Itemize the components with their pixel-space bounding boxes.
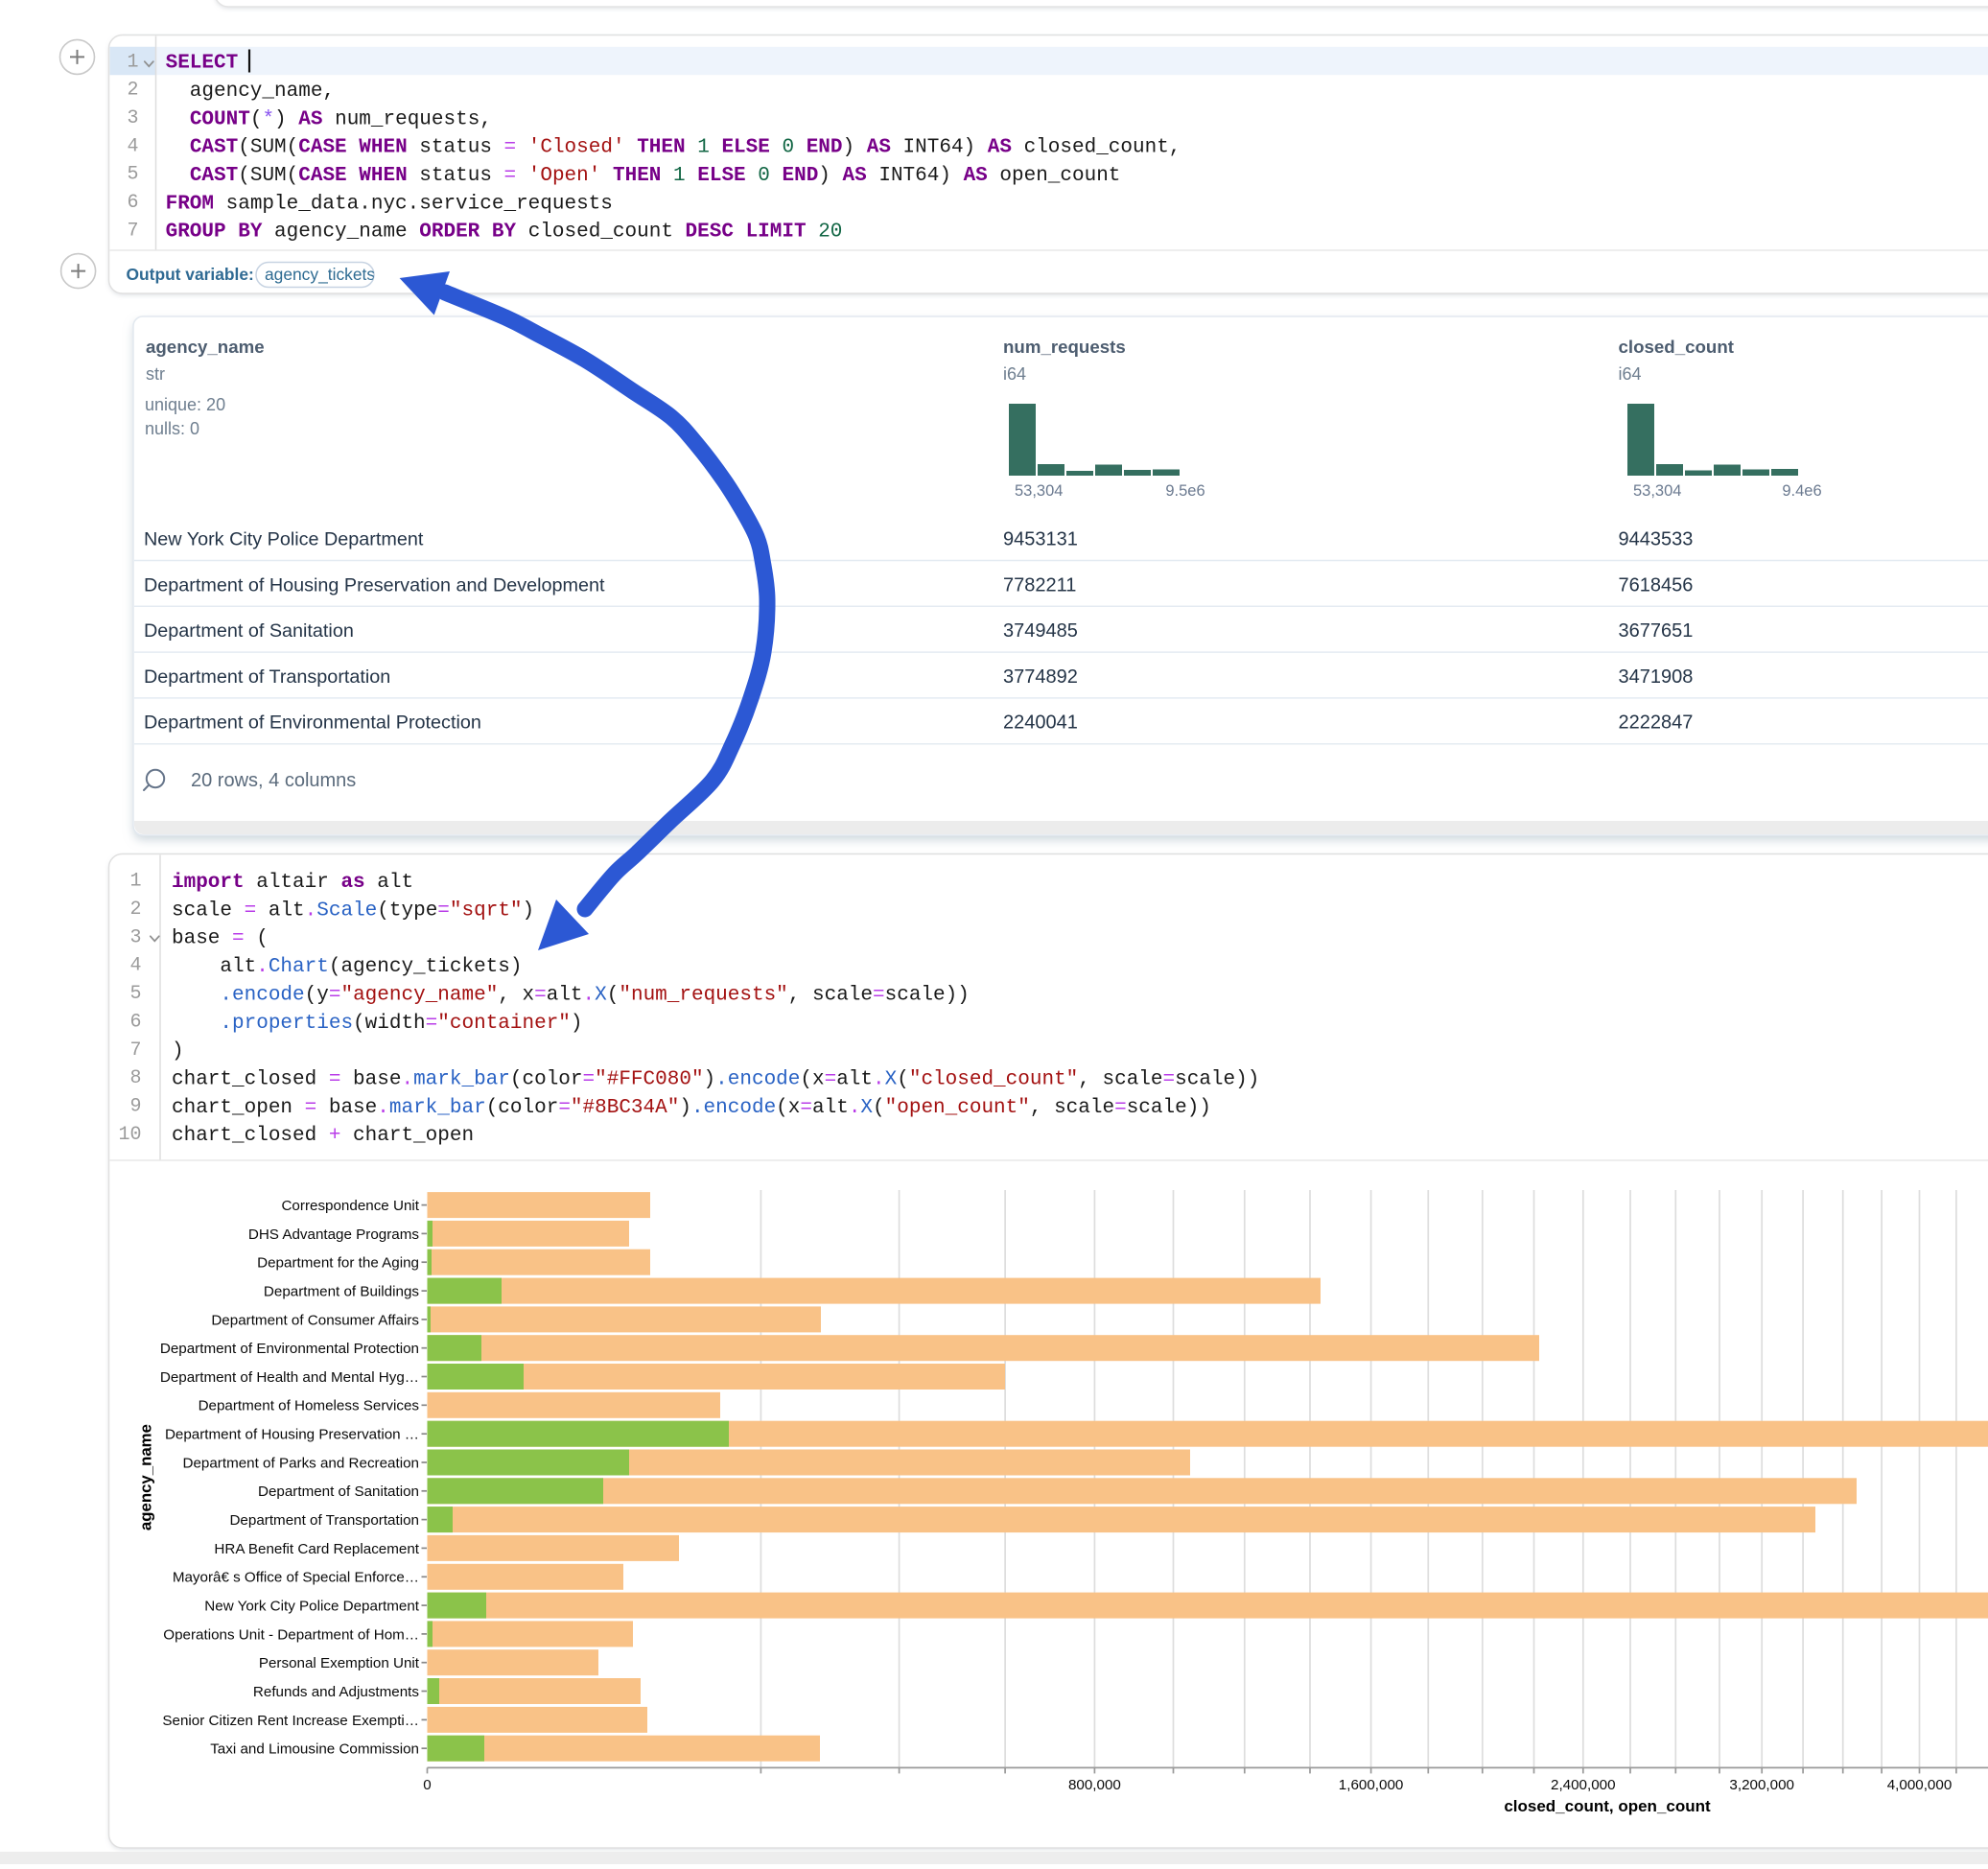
- svg-text:.properties(width="container"): .properties(width="container"): [172, 1013, 583, 1035]
- svg-text:3749485: 3749485: [1003, 620, 1078, 642]
- svg-text:chart_closed = base.mark_bar(c: chart_closed = base.mark_bar(color="#FFC…: [172, 1069, 1259, 1091]
- svg-text:7: 7: [127, 220, 138, 242]
- svg-text:nulls: 0: nulls: 0: [145, 419, 199, 438]
- svg-text:Taxi and Limousine Commission: Taxi and Limousine Commission: [210, 1741, 419, 1758]
- svg-text:2: 2: [127, 80, 138, 102]
- svg-text:i64: i64: [1619, 364, 1642, 384]
- svg-text:Department for the Aging: Department for the Aging: [257, 1255, 419, 1272]
- svg-text:Department of Housing Preserva: Department of Housing Preservation and D…: [144, 574, 605, 596]
- svg-text:Department of Transportation: Department of Transportation: [229, 1512, 419, 1529]
- svg-text:i64: i64: [1003, 364, 1026, 384]
- svg-text:8: 8: [129, 1067, 141, 1089]
- svg-text:Department of Environmental Pr: Department of Environmental Protection: [160, 1341, 419, 1357]
- svg-text:6: 6: [129, 1011, 141, 1033]
- svg-text:2240041: 2240041: [1003, 713, 1078, 734]
- svg-text:chart_open = base.mark_bar(col: chart_open = base.mark_bar(color="#8BC34…: [172, 1097, 1211, 1119]
- svg-text:3: 3: [129, 926, 141, 948]
- svg-text:Department of Environmental Pr: Department of Environmental Protection: [144, 713, 481, 734]
- svg-text:4: 4: [127, 135, 138, 157]
- svg-text:Department of Sanitation: Department of Sanitation: [258, 1484, 419, 1500]
- svg-text:7618456: 7618456: [1619, 574, 1694, 596]
- svg-text:Department of Housing Preserva: Department of Housing Preservation …: [165, 1427, 419, 1443]
- svg-text:CAST(SUM(CASE WHEN status = 'C: CAST(SUM(CASE WHEN status = 'Closed' THE…: [166, 137, 1181, 159]
- svg-text:53,304: 53,304: [1633, 482, 1681, 500]
- svg-text:New York City Police Departmen: New York City Police Department: [204, 1599, 419, 1615]
- svg-text:Personal Exemption Unit: Personal Exemption Unit: [259, 1655, 420, 1671]
- svg-text:Department of Buildings: Department of Buildings: [264, 1284, 419, 1300]
- svg-text:COUNT(*) AS num_requests,: COUNT(*) AS num_requests,: [166, 108, 492, 130]
- svg-text:3471908: 3471908: [1619, 666, 1694, 688]
- svg-text:3,200,000: 3,200,000: [1729, 1777, 1794, 1793]
- svg-text:CAST(SUM(CASE WHEN status = 'O: CAST(SUM(CASE WHEN status = 'Open' THEN …: [166, 165, 1121, 187]
- svg-text:Correspondence Unit: Correspondence Unit: [281, 1198, 419, 1214]
- svg-text:800,000: 800,000: [1068, 1777, 1121, 1793]
- svg-text:New York City Police Departmen: New York City Police Department: [144, 529, 424, 550]
- svg-text:4,000,000: 4,000,000: [1887, 1777, 1953, 1793]
- svg-text:alt.Chart(agency_tickets): alt.Chart(agency_tickets): [172, 956, 522, 978]
- svg-text:7: 7: [129, 1040, 141, 1062]
- svg-text:10: 10: [118, 1124, 141, 1146]
- svg-text:20 rows, 4 columns: 20 rows, 4 columns: [191, 770, 356, 791]
- svg-text:Senior Citizen Rent Increase E: Senior Citizen Rent Increase Exempti…: [162, 1713, 419, 1729]
- svg-text:9.4e6: 9.4e6: [1782, 482, 1821, 500]
- svg-text:3: 3: [127, 107, 138, 129]
- svg-text:chart_closed + chart_open: chart_closed + chart_open: [172, 1125, 474, 1147]
- svg-text:agency_name: agency_name: [137, 1424, 155, 1530]
- svg-text:9443533: 9443533: [1619, 529, 1694, 550]
- svg-text:agency_tickets: agency_tickets: [265, 265, 375, 284]
- svg-text:unique: 20: unique: 20: [145, 395, 225, 414]
- svg-text:3774892: 3774892: [1003, 666, 1078, 688]
- svg-text:import altair as alt: import altair as alt: [172, 872, 413, 894]
- svg-text:Mayorâ€ s Office of Special En: Mayorâ€ s Office of Special Enforce…: [173, 1570, 419, 1586]
- svg-text:9: 9: [129, 1096, 141, 1118]
- svg-text:SELECT: SELECT: [166, 53, 239, 75]
- svg-text:Department of Homeless Service: Department of Homeless Services: [199, 1398, 420, 1414]
- svg-text:Operations Unit - Department o: Operations Unit - Department of Hom…: [163, 1626, 419, 1643]
- svg-text:closed_count, open_count: closed_count, open_count: [1504, 1797, 1711, 1815]
- svg-text:num_requests: num_requests: [1003, 337, 1126, 357]
- svg-text:str: str: [146, 364, 165, 384]
- svg-text:DHS Advantage Programs: DHS Advantage Programs: [248, 1227, 420, 1243]
- svg-text:GROUP BY agency_name ORDER BY: GROUP BY agency_name ORDER BY closed_cou…: [166, 222, 843, 244]
- svg-text:5: 5: [129, 983, 141, 1005]
- svg-text:Department of Health and Menta: Department of Health and Mental Hyg…: [160, 1369, 419, 1386]
- svg-text:2,400,000: 2,400,000: [1551, 1777, 1616, 1793]
- svg-text:Department of Consumer Affairs: Department of Consumer Affairs: [211, 1312, 419, 1328]
- svg-text:): ): [172, 1040, 184, 1063]
- svg-text:9.5e6: 9.5e6: [1165, 482, 1204, 500]
- svg-text:3677651: 3677651: [1619, 620, 1694, 642]
- svg-text:Department of Parks and Recrea: Department of Parks and Recreation: [182, 1455, 419, 1471]
- svg-text:Department of Sanitation: Department of Sanitation: [144, 620, 354, 642]
- svg-text:base = (: base = (: [172, 928, 269, 950]
- svg-text:agency_name,: agency_name,: [166, 81, 335, 103]
- svg-text:2222847: 2222847: [1619, 713, 1694, 734]
- svg-text:9453131: 9453131: [1003, 529, 1078, 550]
- svg-text:0: 0: [423, 1777, 431, 1793]
- svg-text:Department of Transportation: Department of Transportation: [144, 666, 390, 688]
- svg-text:2: 2: [129, 899, 141, 921]
- svg-text:5: 5: [127, 164, 138, 186]
- svg-text:Refunds and Adjustments: Refunds and Adjustments: [253, 1684, 419, 1700]
- svg-text:closed_count: closed_count: [1619, 337, 1734, 357]
- svg-text:1,600,000: 1,600,000: [1339, 1777, 1404, 1793]
- svg-text:7782211: 7782211: [1003, 574, 1076, 596]
- svg-text:1: 1: [127, 51, 138, 73]
- svg-text:1: 1: [129, 871, 141, 893]
- svg-text:4: 4: [129, 955, 141, 977]
- svg-text:.encode(y="agency_name", x=alt: .encode(y="agency_name", x=alt.X("num_re…: [172, 984, 970, 1006]
- svg-text:HRA Benefit Card Replacement: HRA Benefit Card Replacement: [214, 1541, 419, 1557]
- svg-text:agency_name: agency_name: [146, 337, 265, 357]
- svg-text:FROM sample_data.nyc.service_r: FROM sample_data.nyc.service_requests: [166, 193, 613, 215]
- svg-text:Output variable:: Output variable:: [127, 265, 254, 284]
- svg-text:53,304: 53,304: [1015, 482, 1063, 500]
- svg-text:scale = alt.Scale(type="sqrt"): scale = alt.Scale(type="sqrt"): [172, 899, 534, 922]
- svg-text:6: 6: [127, 192, 138, 214]
